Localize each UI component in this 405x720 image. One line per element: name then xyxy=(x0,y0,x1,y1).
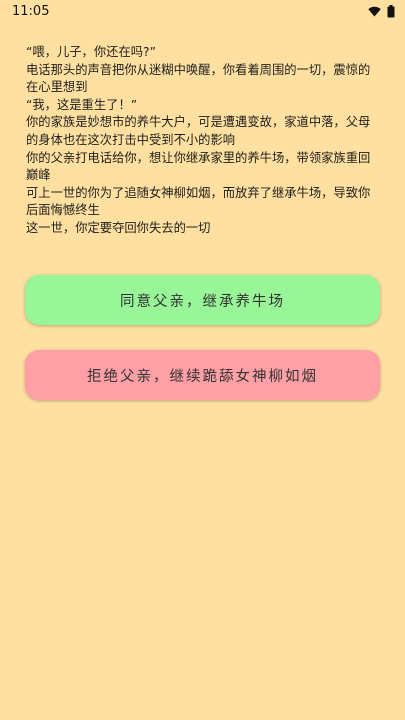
story-line: 你的父亲打电话给你，想让你继承家里的养牛场，带领家族重回巅峰 xyxy=(26,150,371,183)
battery-icon xyxy=(387,4,395,17)
story-line: “喂，儿子，你还在吗?” xyxy=(26,45,156,59)
story-line: 你的家族是妙想市的养牛大户，可是遭遇变故，家道中落，父母的身体也在这次打击中受到… xyxy=(26,115,371,147)
status-time: 11:05 xyxy=(12,3,50,19)
wifi-icon xyxy=(368,6,381,16)
story-text: “喂，儿子，你还在吗?” 电话那头的声音把你从迷糊中唤醒，你看着周围的一切，震惊… xyxy=(26,44,378,238)
story-line: 这一世，你定要夺回你失去的一切 xyxy=(26,220,211,235)
story-line: 电话那头的声音把你从迷糊中唤醒，你看着周围的一切，震惊的在心里想到 xyxy=(26,62,371,95)
accept-father-button[interactable]: 同意父亲，继承养牛场 xyxy=(25,275,380,325)
status-icons xyxy=(368,4,395,18)
status-bar: 11:05 xyxy=(0,0,405,22)
reject-father-button[interactable]: 拒绝父亲，继续跪舔女神柳如烟 xyxy=(25,350,380,400)
story-line: “我，这是重生了！” xyxy=(26,97,138,112)
story-line: 可上一世的你为了追随女神柳如烟，而放弃了继承牛场，导致你后面悔憾终生 xyxy=(26,185,371,218)
